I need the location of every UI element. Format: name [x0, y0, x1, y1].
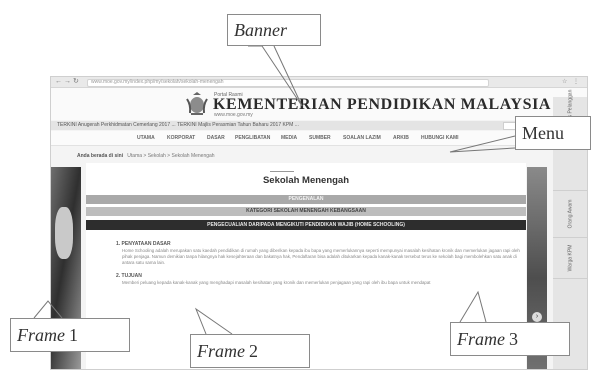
- accordion-kategori[interactable]: KATEGORI SEKOLAH MENENGAH KEBANGSAAN: [86, 207, 526, 216]
- chevron-right-icon[interactable]: ›: [532, 312, 542, 322]
- reload-icon[interactable]: ↻: [73, 78, 79, 86]
- section-heading: 1. PENYATAAN DASAR: [116, 241, 171, 247]
- menu-item-sumber[interactable]: SUMBER: [309, 135, 331, 141]
- menu-item-penglibatan[interactable]: PENGLIBATAN: [235, 135, 270, 141]
- section-text: Home Schooling adalah merupakan satu kae…: [122, 248, 520, 265]
- side-tab-label: Orang Awam: [567, 199, 573, 229]
- menu-item-dasar[interactable]: DASAR: [207, 135, 225, 141]
- menu-item-utama[interactable]: UTAMA: [137, 135, 155, 141]
- banner-callout-label: Banner: [234, 20, 287, 40]
- frame-3-word: Frame: [457, 329, 505, 349]
- side-tab-warga-kpm[interactable]: Warga KPM: [553, 238, 587, 279]
- frame-1-callout: Frame 1: [10, 318, 130, 352]
- frame-3-callout: Frame 3: [450, 322, 570, 356]
- menu-item-soalan-lazim[interactable]: SOALAN LAZIM: [343, 135, 381, 141]
- menu-item-korporat[interactable]: KORPORAT: [167, 135, 195, 141]
- ministry-title[interactable]: KEMENTERIAN PENDIDIKAN MALAYSIA: [213, 96, 551, 114]
- page-title: Sekolah Menengah: [262, 175, 350, 186]
- title-divider: [270, 171, 294, 172]
- frame-2-word: Frame: [197, 341, 245, 361]
- banner-callout: Banner: [227, 14, 321, 46]
- site-url: www.moe.gov.my: [214, 112, 253, 118]
- menu-item-media[interactable]: MEDIA: [281, 135, 297, 141]
- accordion-pengenalan[interactable]: PENGENALAN: [86, 195, 526, 204]
- breadcrumb: Anda berada di sini Utama > Sekolah > Se…: [77, 153, 215, 159]
- browser-menu-icon[interactable]: ☆ ⋮: [562, 78, 581, 85]
- breadcrumb-prefix: Anda berada di sini: [77, 153, 124, 159]
- ticker-text[interactable]: TERKINI Anugerah Perkhidmatan Cemerlang …: [57, 122, 299, 128]
- browser-toolbar: ← → ↻ www.moe.gov.my/index.php/my/sekola…: [51, 77, 587, 88]
- frame-3-number: 3: [509, 329, 518, 349]
- side-tab-orang-awam[interactable]: Orang Awam: [553, 191, 587, 238]
- back-icon[interactable]: ←: [55, 78, 62, 86]
- address-bar[interactable]: www.moe.gov.my/index.php/my/sekolah/seko…: [87, 79, 489, 87]
- address-bar-url: www.moe.gov.my/index.php/my/sekolah/seko…: [91, 79, 224, 85]
- main-menu: UTAMA KORPORAT DASAR PENGLIBATAN MEDIA S…: [51, 131, 587, 146]
- coat-of-arms-icon: [186, 92, 208, 115]
- side-tab-label: Warga KPM: [566, 244, 573, 272]
- section-heading: 2. TUJUAN: [116, 273, 142, 279]
- menu-item-arkib[interactable]: ARKIB: [393, 135, 409, 141]
- site-header: Portal Rasmi KEMENTERIAN PENDIDIKAN MALA…: [51, 88, 587, 120]
- news-ticker: TERKINI Anugerah Perkhidmatan Cemerlang …: [51, 121, 587, 130]
- frame-1-word: Frame: [17, 325, 65, 345]
- frame-2-number: 2: [249, 341, 258, 361]
- section-text: Memberi peluang kepada kanak-kanak yang …: [122, 280, 431, 285]
- forward-icon[interactable]: →: [64, 78, 71, 86]
- accordion-home-schooling[interactable]: PENGECUALIAN DARIPADA MENGIKUTI PENDIDIK…: [86, 220, 526, 230]
- frame-2-callout: Frame 2: [190, 334, 310, 368]
- menu-item-hubungi-kami[interactable]: HUBUNGI KAMI: [421, 135, 459, 141]
- breadcrumb-path[interactable]: Utama > Sekolah > Sekolah Menengah: [127, 153, 214, 159]
- menu-callout-label: Menu: [522, 123, 564, 143]
- menu-callout: Menu: [515, 116, 591, 150]
- frame-1-number: 1: [69, 325, 78, 345]
